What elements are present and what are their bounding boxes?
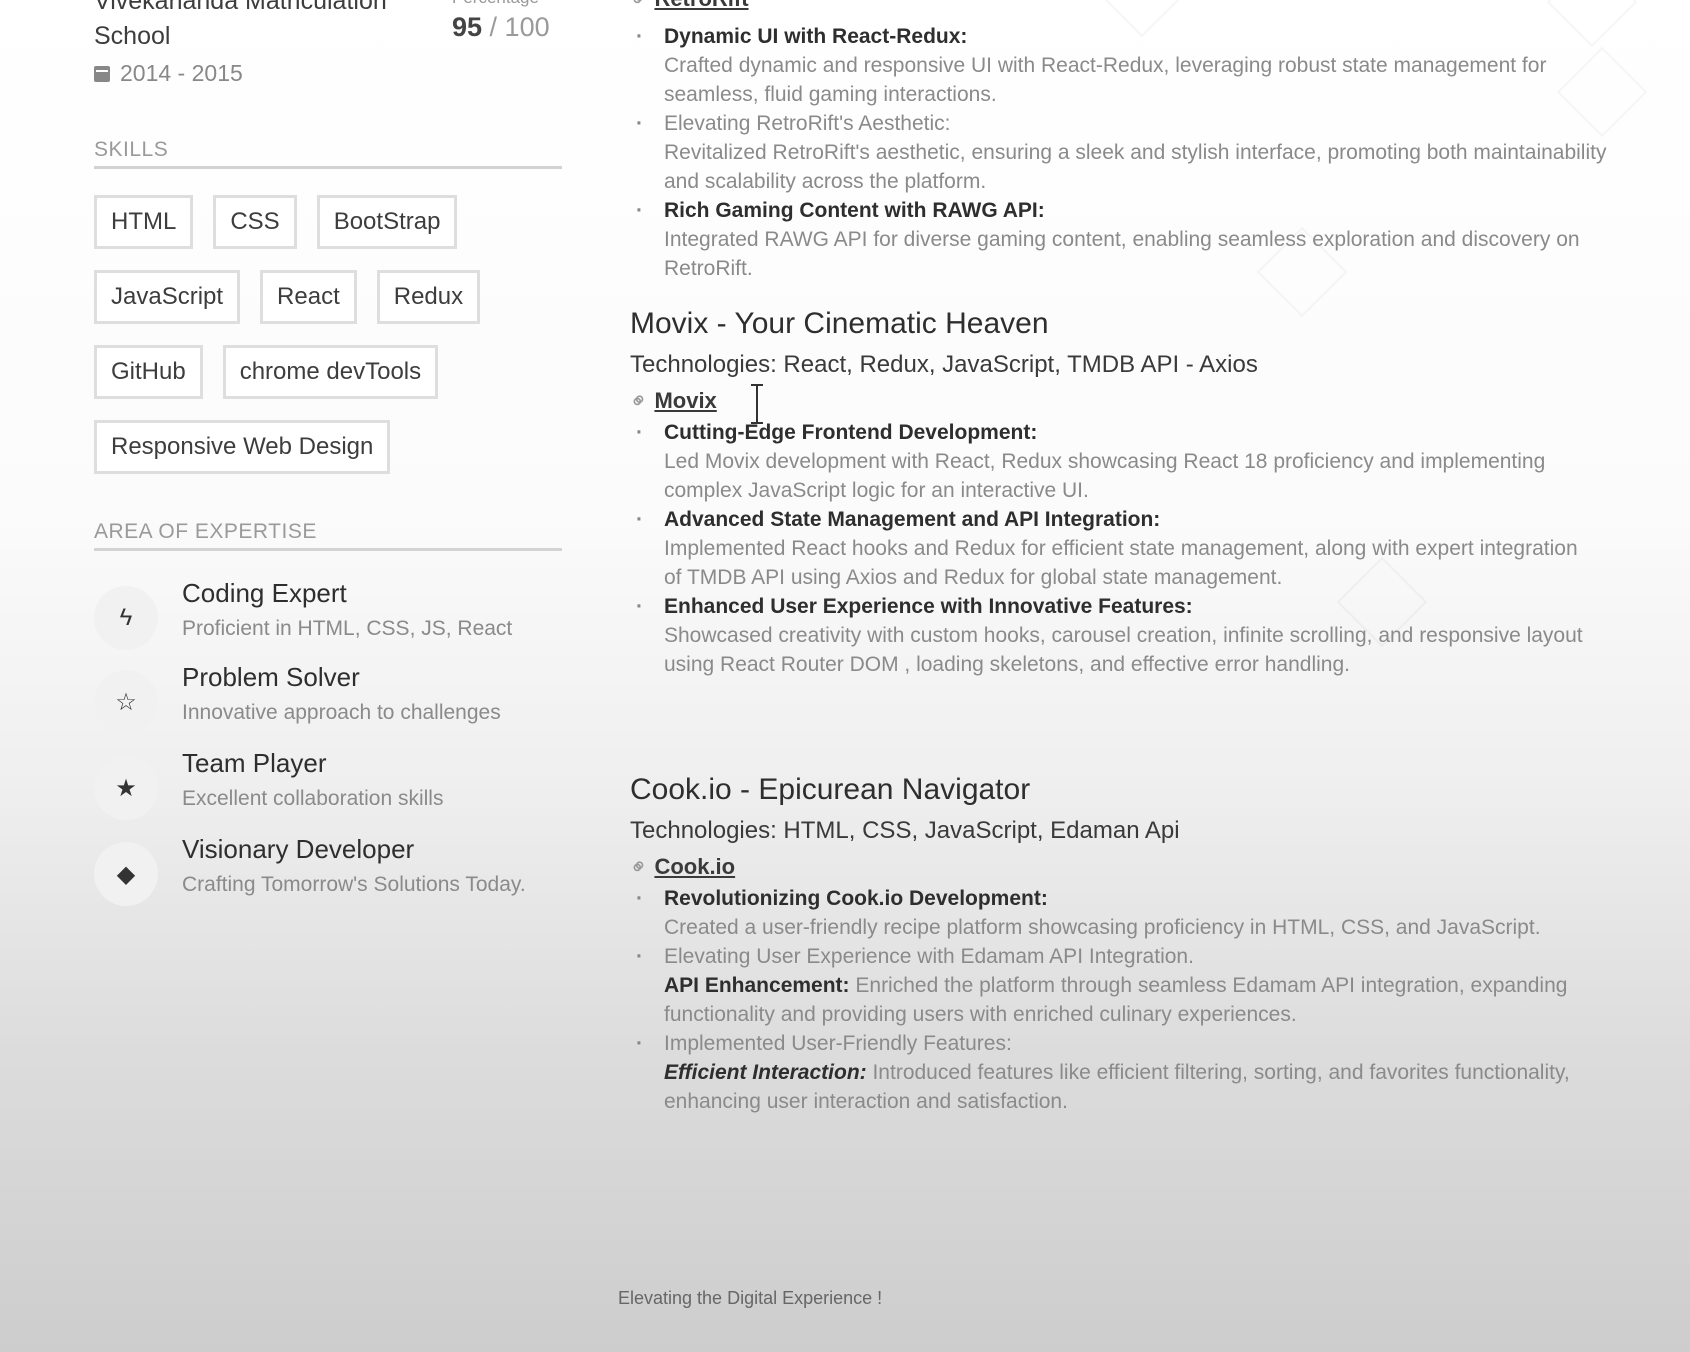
list-item: Advanced State Management and API Integr… — [636, 505, 1590, 592]
score-label: Percentage — [452, 0, 539, 8]
expertise-title: Coding Expert — [182, 578, 347, 608]
score-total: / 100 — [482, 12, 550, 42]
retrorift-link[interactable]: RetroRift — [654, 0, 748, 12]
years-text: 2014 - 2015 — [120, 60, 243, 86]
link-icon: ⚭ — [623, 851, 655, 883]
list-item: Revolutionizing Cook.io Development: Cre… — [636, 884, 1590, 942]
project-title: Cook.io - Epicurean Navigator — [630, 773, 1031, 806]
skill-chip: BootStrap — [316, 195, 458, 249]
bullet-title: Elevating User Experience with Edamam AP… — [664, 945, 1194, 968]
bullet-title: Implemented User-Friendly Features: — [664, 1032, 1012, 1055]
movix-link-row[interactable]: ⚭ Movix — [624, 385, 1590, 416]
retrorift-link-row[interactable]: ⚭ RetroRift — [624, 0, 749, 14]
skill-chip: GitHub — [94, 345, 203, 399]
expertise-title: Team Player — [182, 748, 327, 778]
score-value: 95 — [452, 12, 483, 42]
skills-row: HTML CSS BootStrap — [94, 195, 564, 249]
bullet-title: Revolutionizing Cook.io Development: — [664, 887, 1048, 910]
movix-section: Movix - Your Cinematic Heaven Technologi… — [624, 304, 1590, 679]
calendar-icon — [94, 65, 110, 82]
bullet-text: Efficient Interaction: Introduced featur… — [664, 1058, 1590, 1116]
skill-chip: React — [260, 270, 357, 324]
expertise-item: ◆ Visionary Developer Crafting Tomorrow's … — [94, 832, 564, 906]
skills-heading: SKILLS — [94, 138, 562, 169]
project-title: Movix - Your Cinematic Heaven — [630, 307, 1049, 340]
project-technologies: Technologies: HTML, CSS, JavaScript, Eda… — [630, 817, 1180, 844]
list-item: Implemented User-Friendly Features: Effi… — [636, 1029, 1590, 1116]
bullet-title: Advanced State Management and API Integr… — [664, 508, 1161, 531]
bullet-text: Implemented React hooks and Redux for ef… — [664, 537, 1578, 589]
bullet-lead: API Enhancement: — [664, 974, 850, 997]
skills-row: JavaScript React Redux — [94, 270, 564, 324]
bullet-title: Rich Gaming Content with RAWG API: — [664, 199, 1045, 222]
project-technologies: Technologies: React, Redux, JavaScript, … — [630, 351, 1258, 378]
cookio-link[interactable]: Cook.io — [654, 854, 735, 880]
expertise-item: ★ Team Player Excellent collaboration skil… — [94, 746, 564, 820]
expertise-text: Visionary Developer Crafting Tomorrow's S… — [182, 832, 526, 906]
bullet-title: Dynamic UI with React-Redux: — [664, 25, 968, 48]
diamond-icon: ◆ — [94, 842, 158, 906]
bullet-text: Integrated RAWG API for diverse gaming c… — [664, 228, 1580, 280]
bullet-text: Led Movix development with React, Redux … — [664, 450, 1546, 502]
score: 95 / 100 — [452, 12, 550, 43]
link-icon: ⚭ — [624, 0, 655, 15]
skill-chip: Redux — [376, 270, 481, 324]
expertise-list: ϟ Coding Expert Proficient in HTML, CSS, J… — [94, 576, 564, 906]
cookio-bullets: Revolutionizing Cook.io Development: Cre… — [630, 884, 1590, 1116]
expertise-description: Excellent collaboration skills — [182, 787, 444, 810]
list-item: Elevating User Experience with Edamam AP… — [636, 942, 1590, 1029]
text-cursor-icon — [751, 384, 763, 424]
bullet-text: Created a user-friendly recipe platform … — [664, 916, 1541, 939]
expertise-item: ϟ Coding Expert Proficient in HTML, CSS, J… — [94, 576, 564, 650]
list-item: Dynamic UI with React-Redux: Crafted dyna… — [636, 22, 1624, 109]
bullet-title: Enhanced User Experience with Innovative… — [664, 595, 1193, 618]
skill-chip: CSS — [213, 195, 297, 249]
link-icon: ⚭ — [623, 385, 655, 417]
skills-row: Responsive Web Design — [94, 420, 564, 474]
list-item: Rich Gaming Content with RAWG API: Integr… — [636, 196, 1624, 283]
star-half-icon: ★ — [94, 756, 158, 820]
expertise-title: Problem Solver — [182, 662, 360, 692]
list-item: Cutting-Edge Frontend Development: Led Mo… — [636, 418, 1590, 505]
bullet-lead: Efficient Interaction: — [664, 1061, 867, 1084]
education-years: 2014 - 2015 — [94, 60, 243, 87]
bullet-title: Cutting-Edge Frontend Development: — [664, 421, 1038, 444]
skill-chip: Responsive Web Design — [94, 420, 391, 474]
skill-chip: chrome devTools — [222, 345, 439, 399]
movix-link[interactable]: Movix — [654, 388, 716, 414]
lightning-icon: ϟ — [94, 586, 158, 650]
expertise-description: Crafting Tomorrow's Solutions Today. — [182, 873, 526, 896]
expertise-description: Innovative approach to challenges — [182, 701, 501, 724]
skills-row: GitHub chrome devTools — [94, 345, 564, 399]
list-item: Enhanced User Experience with Innovative… — [636, 592, 1590, 679]
expertise-title: Visionary Developer — [182, 834, 415, 864]
skills-list: HTML CSS BootStrap JavaScript React Redux GitH… — [94, 195, 564, 495]
movix-bullets: Cutting-Edge Frontend Development: Led Mo… — [630, 418, 1590, 679]
skill-chip: JavaScript — [94, 270, 241, 324]
bullet-title: Elevating RetroRift's Aesthetic: — [664, 112, 951, 135]
bullet-text: API Enhancement: Enriched the platform t… — [664, 971, 1590, 1029]
cookio-link-row[interactable]: ⚭ Cook.io — [624, 851, 1590, 882]
school-name: Vivekananda Matriculation School — [94, 0, 387, 50]
star-outline-icon: ☆ — [94, 670, 158, 734]
expertise-heading: AREA OF EXPERTISE — [94, 520, 562, 551]
bullet-text: Revitalized RetroRift's aesthetic, ensur… — [664, 141, 1607, 193]
expertise-text: Team Player Excellent collaboration skill… — [182, 746, 443, 820]
footer-tagline: Elevating the Digital Experience ! — [618, 1288, 883, 1308]
bullet-text: Crafted dynamic and responsive UI with R… — [664, 54, 1547, 106]
expertise-item: ☆ Problem Solver Innovative approach to ch… — [94, 660, 564, 734]
bullet-text: Showcased creativity with custom hooks, … — [664, 624, 1583, 676]
list-item: Elevating RetroRift's Aesthetic: Revitali… — [636, 109, 1624, 196]
expertise-description: Proficient in HTML, CSS, JS, React — [182, 617, 513, 640]
skill-chip: HTML — [94, 195, 194, 249]
retrorift-bullets: Dynamic UI with React-Redux: Crafted dyna… — [630, 22, 1624, 283]
cookio-section: Cook.io - Epicurean Navigator Technologi… — [624, 770, 1590, 1116]
expertise-text: Problem Solver Innovative approach to cha… — [182, 660, 501, 734]
expertise-text: Coding Expert Proficient in HTML, CSS, JS… — [182, 576, 512, 650]
